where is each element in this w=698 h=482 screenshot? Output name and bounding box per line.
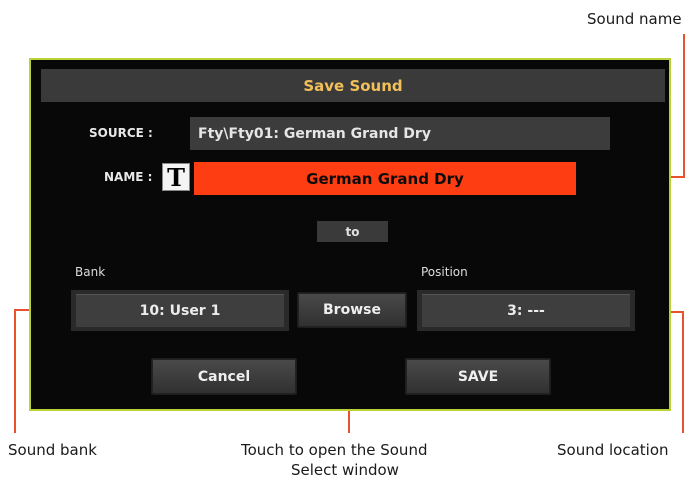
bank-field[interactable]: 10: User 1 [71, 290, 289, 331]
position-value: 3: --- [422, 294, 630, 327]
callout-browse-hint-line1: Touch to open the Sound [241, 441, 428, 459]
dialog-title: Save Sound [41, 69, 665, 102]
source-field: Fty\Fty01: German Grand Dry [190, 117, 610, 150]
text-edit-icon[interactable]: T [162, 163, 190, 192]
to-label: to [317, 221, 388, 242]
name-label: NAME : [104, 170, 153, 184]
position-label: Position [421, 265, 468, 279]
bank-label: Bank [75, 265, 106, 279]
callout-line-bank-vertical [14, 309, 16, 433]
browse-button[interactable]: Browse [297, 292, 407, 328]
callout-sound-location: Sound location [557, 441, 669, 459]
callout-browse-hint-line2: Select window [291, 461, 399, 479]
callout-line-location-vertical [682, 311, 684, 433]
source-label: SOURCE : [89, 126, 153, 140]
bank-value: 10: User 1 [76, 294, 284, 327]
position-field[interactable]: 3: --- [417, 290, 635, 331]
save-sound-dialog: Save Sound SOURCE : Fty\Fty01: German Gr… [29, 58, 671, 411]
sound-name-field[interactable]: German Grand Dry [194, 162, 576, 195]
callout-line-name-vertical [683, 34, 685, 177]
save-button[interactable]: SAVE [405, 358, 551, 395]
callout-sound-bank: Sound bank [8, 441, 97, 459]
callout-sound-name: Sound name [587, 10, 682, 28]
cancel-button[interactable]: Cancel [151, 358, 297, 395]
